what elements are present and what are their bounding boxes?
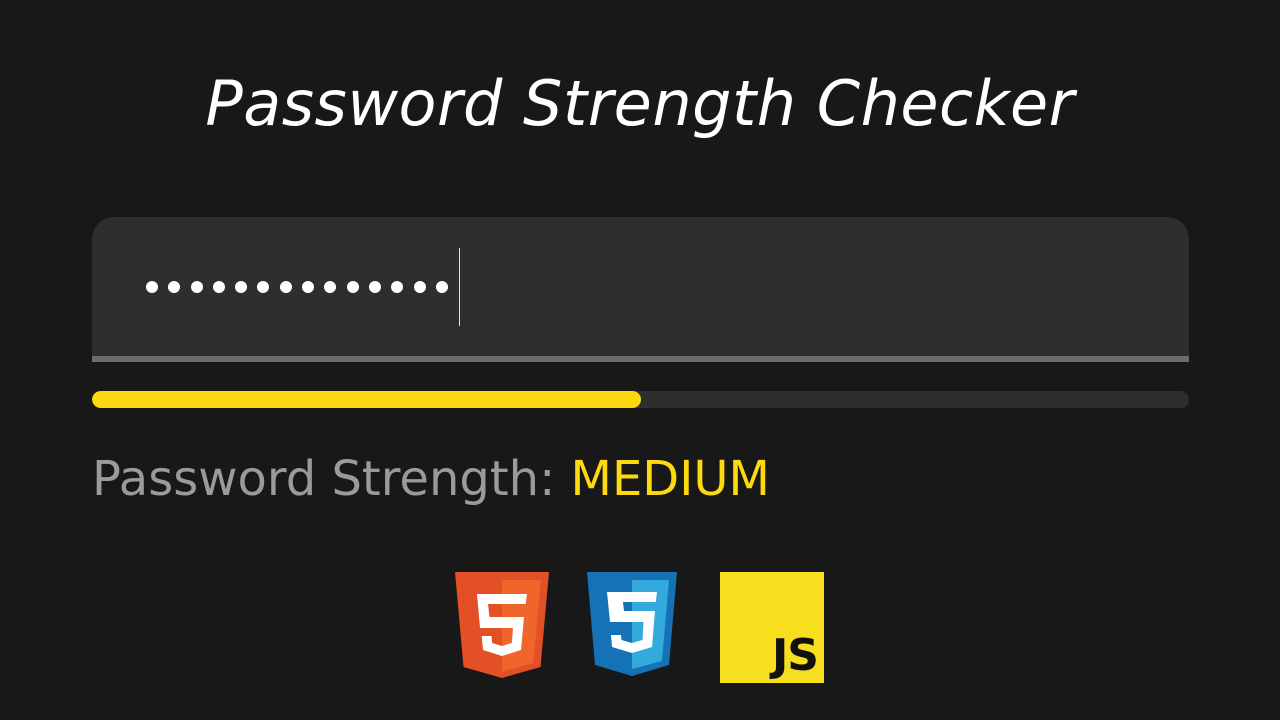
password-dot: [168, 281, 181, 293]
password-dot: [302, 281, 315, 293]
password-dot: [279, 281, 292, 293]
password-dot: [212, 281, 225, 293]
html5-icon: [455, 572, 549, 678]
password-dot: [257, 281, 270, 293]
javascript-icon: JS: [720, 572, 824, 683]
text-cursor: [459, 248, 461, 326]
css3-icon: [587, 572, 677, 676]
password-dot: [190, 281, 203, 293]
strength-meter-fill: [92, 391, 641, 408]
password-dot: [413, 281, 426, 293]
page-title: Password Strength Checker: [205, 67, 1075, 140]
masked-password-dots: [146, 247, 461, 327]
strength-label: Password Strength:: [92, 451, 556, 507]
password-dot: [368, 281, 381, 293]
password-input[interactable]: [92, 217, 1189, 362]
javascript-icon-text: JS: [771, 630, 819, 681]
strength-status: Password Strength: MEDIUM: [92, 448, 770, 510]
password-dot: [346, 281, 359, 293]
password-dot: [146, 281, 158, 293]
password-dot: [235, 281, 248, 293]
password-dot: [391, 281, 404, 293]
password-dot: [324, 281, 337, 293]
strength-meter: [92, 391, 1189, 408]
strength-value: MEDIUM: [570, 451, 770, 507]
password-dot: [435, 281, 448, 293]
